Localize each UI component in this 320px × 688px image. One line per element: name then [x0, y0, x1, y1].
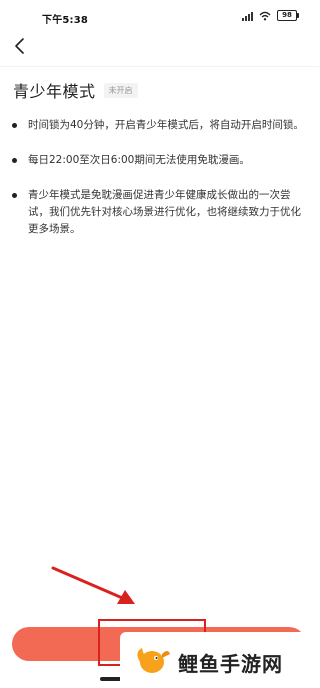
list-item: 青少年模式是免耽漫画促进青少年健康成长做出的一次尝试，我们优先针对核心场景进行优… — [12, 187, 306, 238]
info-text: 每日22:00至次日6:00期间无法使用免耽漫画。 — [28, 154, 250, 166]
info-list: 时间锁为40分钟，开启青少年模式后，将自动开启时间锁。 每日22:00至次日6:… — [12, 117, 306, 256]
status-icons: 98 — [242, 10, 299, 21]
bullet-dot — [12, 158, 17, 163]
signal-icon — [242, 11, 253, 21]
list-item: 每日22:00至次日6:00期间无法使用免耽漫画。 — [12, 152, 306, 169]
info-text: 时间锁为40分钟，开启青少年模式后，将自动开启时间锁。 — [28, 119, 304, 131]
annotation-arrow — [51, 566, 135, 604]
list-item: 时间锁为40分钟，开启青少年模式后，将自动开启时间锁。 — [12, 117, 306, 134]
watermark-text: 鲤鱼手游网 — [178, 652, 283, 676]
back-icon — [15, 38, 24, 54]
info-text: 青少年模式是免耽漫画促进青少年健康成长做出的一次尝试，我们优先针对核心场景进行优… — [28, 189, 301, 235]
wifi-icon — [259, 11, 271, 20]
bullet-dot — [12, 123, 17, 128]
page-title: 青少年模式 — [13, 82, 96, 101]
back-button[interactable] — [8, 34, 32, 58]
bullet-dot — [12, 193, 17, 198]
battery-icon: 98 — [277, 10, 299, 21]
status-bar: 下午5:38 98 — [0, 0, 319, 30]
fish-logo-icon — [137, 648, 170, 673]
title-row: 青少年模式 未开启 — [13, 78, 138, 102]
status-badge: 未开启 — [103, 82, 138, 98]
watermark: 鲤鱼手游网 — [120, 632, 319, 688]
header-divider — [0, 66, 319, 67]
status-time: 下午5:38 — [42, 15, 89, 26]
